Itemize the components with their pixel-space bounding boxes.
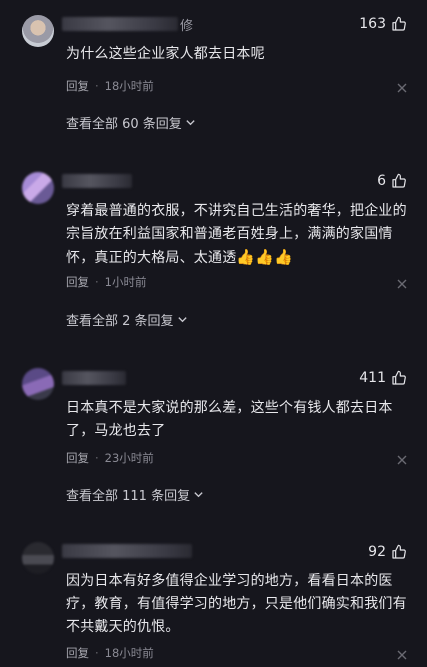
chevron-down-icon [177,317,187,323]
view-all-replies-label: 查看全部 60 条回复 [66,117,182,132]
avatar[interactable] [22,368,54,400]
avatar[interactable] [22,172,54,204]
chevron-down-icon [186,120,195,126]
chevron-down-icon [194,492,203,498]
close-icon[interactable] [397,279,407,289]
like-count: 163 [359,16,386,32]
comment-time: 18小时前 [104,646,154,660]
avatar[interactable] [22,15,54,47]
like-count: 6 [377,173,386,189]
like-button[interactable]: 163 [359,16,407,32]
comment-time: 1小时前 [104,275,147,289]
like-count: 92 [368,544,386,560]
meta-separator: · [95,646,99,660]
comment-text: 日本真不是大家说的那么差，这些个有钱人都去日本了，马龙也去了 [66,400,393,439]
comment-meta: 回复 · 18小时前 [66,78,154,94]
thumbs-up-icon [392,173,406,188]
view-all-replies-button[interactable]: 查看全部 2 条回复 [66,310,188,329]
reply-button[interactable]: 回复 [66,78,89,94]
reply-button[interactable]: 回复 [66,274,89,290]
thumbs-up-icon [392,544,406,559]
comment-meta: 回复 · 18小时前 [66,645,154,661]
close-icon[interactable] [397,83,407,93]
like-button[interactable]: 6 [377,173,407,189]
meta-separator: · [95,275,99,289]
close-icon[interactable] [397,650,407,660]
username-tail: 修 [180,19,194,34]
thumbs-up-icon [392,370,406,385]
comment-time: 23小时前 [104,451,154,465]
username-blurred[interactable] [62,174,132,188]
view-all-replies-label: 查看全部 111 条回复 [66,489,191,504]
meta-separator: · [95,451,99,465]
reply-button[interactable]: 回复 [66,450,89,466]
like-button[interactable]: 411 [359,370,407,386]
comment-time: 18小时前 [104,79,154,93]
username-blurred[interactable] [62,371,126,385]
thumbs-up-icon [392,16,406,31]
reply-button[interactable]: 回复 [66,645,89,661]
username-blurred[interactable] [62,544,192,558]
thumbs-up-emoji: 👍👍👍 [236,248,294,266]
close-icon[interactable] [397,455,407,465]
avatar[interactable] [22,542,54,574]
view-all-replies-button[interactable]: 查看全部 60 条回复 [66,113,196,132]
view-all-replies-button[interactable]: 查看全部 111 条回复 [66,485,204,504]
comment-meta: 回复 · 23小时前 [66,450,154,466]
meta-separator: · [95,79,99,93]
comment-text: 穿着最普通的衣服，不讲究自己生活的奢华，把企业的宗旨放在利益国家和普通老百姓身上… [66,200,412,270]
view-all-replies-label: 查看全部 2 条回复 [66,314,174,329]
comment-text: 为什么这些企业家人都去日本呢 [66,46,265,62]
like-count: 411 [359,370,386,386]
like-button[interactable]: 92 [368,544,407,560]
comment-text: 因为日本有好多值得企业学习的地方，看看日本的医疗，教育，有值得学习的地方，只是他… [66,573,407,635]
username-blurred[interactable] [62,17,178,31]
comment-meta: 回复 · 1小时前 [66,274,146,290]
